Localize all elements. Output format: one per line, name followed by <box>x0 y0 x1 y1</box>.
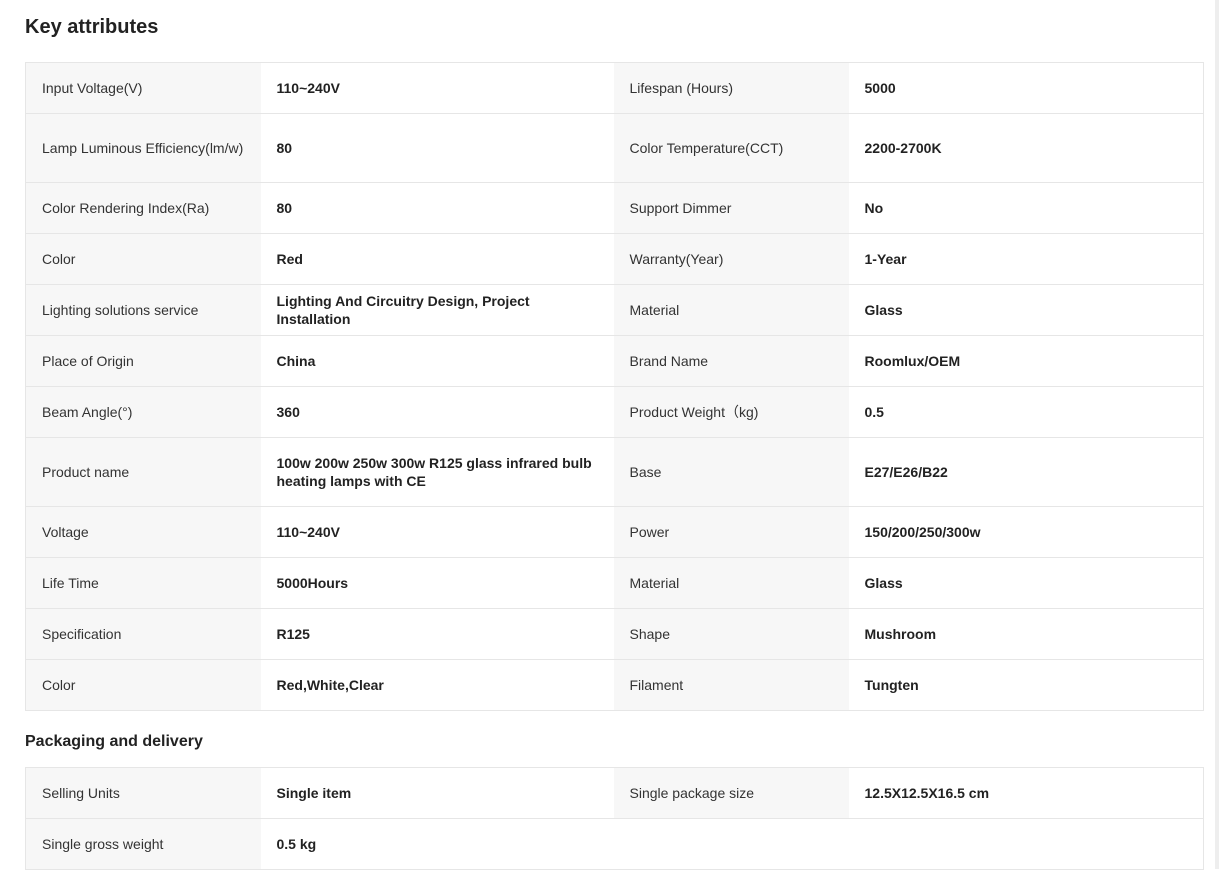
attribute-value: Glass <box>848 557 1204 609</box>
attribute-label: Input Voltage(V) <box>25 62 261 114</box>
attribute-value: Mushroom <box>848 608 1204 660</box>
empty-cell <box>848 818 1204 870</box>
table-row: Product name 100w 200w 250w 300w R125 gl… <box>25 437 1204 507</box>
table-row: Selling Units Single item Single package… <box>25 767 1204 819</box>
attribute-label: Specification <box>25 608 261 660</box>
attribute-label: Lighting solutions service <box>25 284 261 336</box>
attribute-label: Warranty(Year) <box>613 233 849 285</box>
attribute-value: E27/E26/B22 <box>848 437 1204 507</box>
attribute-value: Red <box>260 233 614 285</box>
attribute-value: 110~240V <box>260 506 614 558</box>
attribute-value: 110~240V <box>260 62 614 114</box>
table-row: Beam Angle(°) 360 Product Weight（kg) 0.5 <box>25 386 1204 438</box>
table-row: Life Time 5000Hours Material Glass <box>25 557 1204 609</box>
attribute-label: Base <box>613 437 849 507</box>
table-row: Color Red Warranty(Year) 1-Year <box>25 233 1204 285</box>
attribute-label: Product Weight（kg) <box>613 386 849 438</box>
attribute-value: 0.5 kg <box>260 818 614 870</box>
page-scrollbar[interactable] <box>1215 0 1219 869</box>
attribute-label: Color <box>25 233 261 285</box>
attribute-value: No <box>848 182 1204 234</box>
empty-cell <box>613 818 849 870</box>
attribute-value: 100w 200w 250w 300w R125 glass infrared … <box>260 437 614 507</box>
attribute-label: Filament <box>613 659 849 711</box>
attribute-value: 0.5 <box>848 386 1204 438</box>
key-attributes-table: Input Voltage(V) 110~240V Lifespan (Hour… <box>25 62 1204 711</box>
attribute-value: Red,White,Clear <box>260 659 614 711</box>
table-row: Input Voltage(V) 110~240V Lifespan (Hour… <box>25 62 1204 114</box>
attribute-label: Power <box>613 506 849 558</box>
attribute-label: Place of Origin <box>25 335 261 387</box>
attribute-value: 12.5X12.5X16.5 cm <box>848 767 1204 819</box>
attribute-value: 2200-2700K <box>848 113 1204 183</box>
packaging-delivery-title: Packaging and delivery <box>25 733 203 750</box>
attribute-label: Life Time <box>25 557 261 609</box>
attribute-value: Glass <box>848 284 1204 336</box>
packaging-table: Selling Units Single item Single package… <box>25 767 1204 870</box>
attribute-value: Lighting And Circuitry Design, Project I… <box>260 284 614 336</box>
table-row: Single gross weight 0.5 kg <box>25 818 1204 870</box>
attribute-value: 5000Hours <box>260 557 614 609</box>
table-row: Color Red,White,Clear Filament Tungten <box>25 659 1204 711</box>
attribute-label: Color Rendering Index(Ra) <box>25 182 261 234</box>
attribute-value: 80 <box>260 113 614 183</box>
table-row: Lamp Luminous Efficiency(lm/w) 80 Color … <box>25 113 1204 183</box>
table-row: Voltage 110~240V Power 150/200/250/300w <box>25 506 1204 558</box>
table-row: Lighting solutions service Lighting And … <box>25 284 1204 336</box>
attribute-label: Color <box>25 659 261 711</box>
attribute-label: Material <box>613 284 849 336</box>
key-attributes-title: Key attributes <box>25 16 159 38</box>
attribute-label: Single gross weight <box>25 818 261 870</box>
attribute-label: Color Temperature(CCT) <box>613 113 849 183</box>
attribute-label: Beam Angle(°) <box>25 386 261 438</box>
attribute-label: Lifespan (Hours) <box>613 62 849 114</box>
attribute-label: Brand Name <box>613 335 849 387</box>
attribute-label: Selling Units <box>25 767 261 819</box>
attribute-label: Product name <box>25 437 261 507</box>
attribute-value: 80 <box>260 182 614 234</box>
attribute-value: 150/200/250/300w <box>848 506 1204 558</box>
table-row: Place of Origin China Brand Name Roomlux… <box>25 335 1204 387</box>
attribute-label: Voltage <box>25 506 261 558</box>
attribute-value: Tungten <box>848 659 1204 711</box>
table-row: Color Rendering Index(Ra) 80 Support Dim… <box>25 182 1204 234</box>
attribute-label: Material <box>613 557 849 609</box>
attribute-value: 5000 <box>848 62 1204 114</box>
attribute-label: Support Dimmer <box>613 182 849 234</box>
attribute-value: China <box>260 335 614 387</box>
attribute-value: Roomlux/OEM <box>848 335 1204 387</box>
attribute-label: Shape <box>613 608 849 660</box>
attribute-value: 360 <box>260 386 614 438</box>
attribute-value: Single item <box>260 767 614 819</box>
attribute-value: 1-Year <box>848 233 1204 285</box>
attribute-value: R125 <box>260 608 614 660</box>
attribute-label: Single package size <box>613 767 849 819</box>
attribute-label: Lamp Luminous Efficiency(lm/w) <box>25 113 261 183</box>
table-row: Specification R125 Shape Mushroom <box>25 608 1204 660</box>
